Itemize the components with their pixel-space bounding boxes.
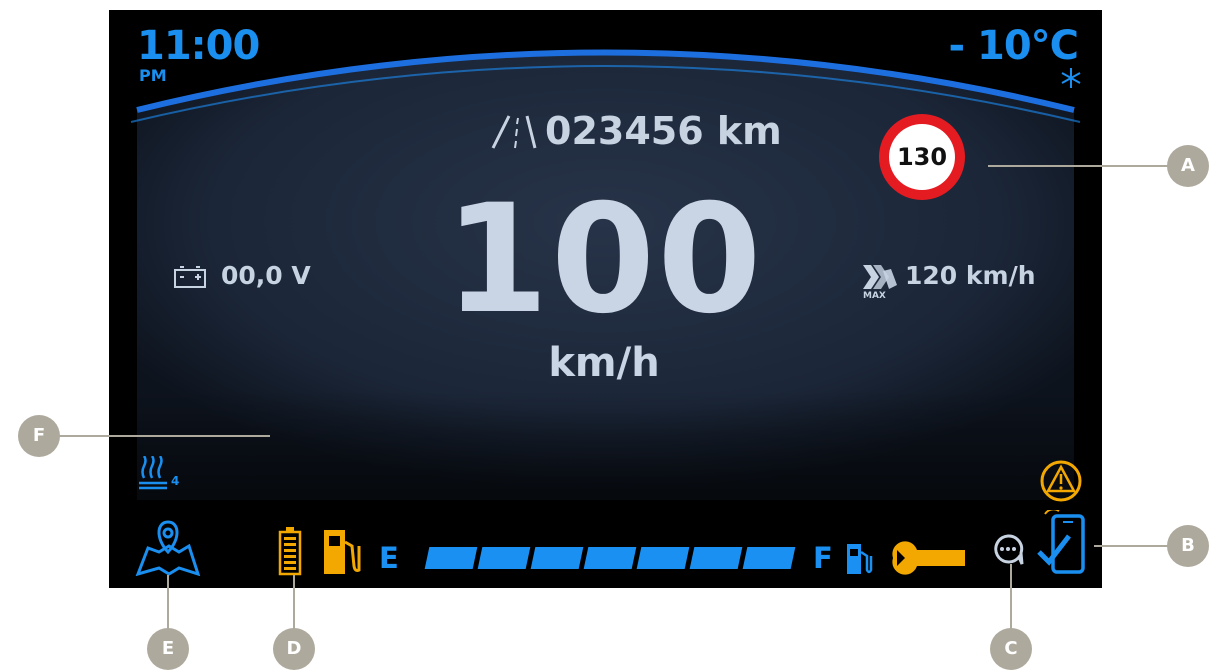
wrench-icon: [892, 541, 965, 575]
clock-time: 11:00: [137, 23, 260, 69]
fuel-full-label: F: [813, 541, 833, 575]
callout-d: D: [273, 628, 315, 670]
callout-f-line: [55, 435, 270, 437]
callout-d-line: [293, 575, 295, 633]
road-icon: [491, 115, 537, 149]
callout-c: C: [990, 628, 1032, 670]
fuel-pump-icon: [324, 530, 361, 574]
callout-a-line: [988, 165, 1176, 167]
battery-voltage-value: 00,0 V: [221, 261, 311, 290]
fuel-side-icon: [847, 544, 873, 574]
heated-grips-indicator: 4: [137, 456, 197, 496]
battery-icon: [174, 266, 206, 288]
callout-e: E: [147, 628, 189, 670]
callout-c-line: [1010, 564, 1012, 632]
callout-b: B: [1167, 525, 1209, 567]
fuel-segment: [742, 547, 796, 569]
heated-grips-icon: [139, 456, 167, 490]
speed-limit-value: 130: [889, 124, 955, 190]
map-pin-icon[interactable]: [135, 518, 201, 576]
phone-check-icon[interactable]: [1035, 510, 1087, 576]
outside-temperature: - 10°C: [948, 23, 1079, 69]
chat-bubble-icon[interactable]: [988, 530, 1028, 570]
max-speed-value: 120 km/h: [905, 261, 1036, 290]
fuel-empty-label: E: [379, 541, 399, 575]
clock-ampm: PM: [139, 66, 167, 85]
callout-b-line: [1094, 545, 1174, 547]
odometer: 023456 km: [489, 110, 819, 152]
warning-triangle-icon: [1040, 460, 1082, 502]
battery-level-icon: [278, 527, 302, 576]
odometer-value: 023456 km: [545, 109, 782, 153]
fuel-segment: [583, 547, 637, 569]
fuel-segment: [424, 547, 478, 569]
callout-f: F: [18, 415, 60, 457]
speed-unit: km/h: [548, 340, 660, 386]
speed-value: 100: [444, 173, 764, 347]
max-label: MAX: [863, 291, 886, 299]
fuel-gauge: E F: [379, 543, 833, 573]
snowflake-icon: [1061, 68, 1081, 88]
callout-a: A: [1167, 145, 1209, 187]
fuel-segment: [477, 547, 531, 569]
fuel-segment: [689, 547, 743, 569]
fuel-segment: [530, 547, 584, 569]
heated-grips-level: 4: [171, 474, 180, 488]
dashboard-screen: 11:00 PM - 10°C 023456 km 130 00,0 V 100…: [109, 10, 1102, 588]
callout-e-line: [167, 575, 169, 633]
fuel-segment: [636, 547, 690, 569]
speed-limit-sign: 130: [879, 114, 965, 200]
speed-max-icon: MAX: [863, 265, 897, 299]
